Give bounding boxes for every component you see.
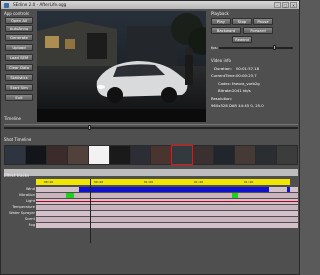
current-time-label: CurrentTime: — [211, 73, 236, 78]
timeline-slider-track[interactable] — [4, 127, 298, 129]
timeline-slider-handle[interactable] — [88, 125, 91, 130]
vibration-effect-block[interactable] — [66, 192, 74, 198]
ruler-tick: 01:20 — [194, 180, 204, 184]
bitrate-label: Bitrate: — [218, 88, 233, 93]
close-button[interactable]: ✕ — [290, 2, 297, 8]
autoanno-button[interactable]: AutoAnno — [5, 25, 33, 32]
video-frame[interactable] — [37, 11, 206, 122]
track-row-fog: Fog — [4, 222, 298, 228]
shot-thumbnail[interactable] — [67, 146, 88, 164]
video-image — [37, 11, 206, 122]
codec-value: theora_vorb2g — [232, 81, 260, 86]
shot-scrollbar[interactable] — [4, 169, 298, 176]
track-lane[interactable] — [36, 222, 298, 228]
minimize-button[interactable]: – — [274, 2, 281, 8]
fps-slider-track[interactable] — [219, 47, 293, 49]
shot-thumbnail[interactable] — [46, 146, 67, 164]
forward-button[interactable]: Forward — [243, 27, 273, 34]
track-lane[interactable] — [36, 216, 298, 222]
duration-value: 00:01:57.18 — [236, 66, 260, 71]
timeline-label: Timeline — [4, 116, 22, 121]
open-all-button[interactable]: Open All — [5, 17, 33, 24]
start-sim-button[interactable]: Start Sim — [5, 84, 33, 91]
shot-thumbnail-strip — [4, 145, 298, 165]
current-time-value: 00:00:23.7 — [236, 73, 257, 78]
fps-label: fps: — [211, 45, 219, 50]
codec-label: Codec: — [218, 81, 232, 86]
title-bar: SEdine 2.0 - AfterLife.ogg – □ ✕ — [1, 1, 299, 9]
shot-thumbnail[interactable] — [25, 146, 46, 164]
pause-button[interactable]: Pause — [253, 18, 273, 25]
window-title: SEdine 2.0 - AfterLife.ogg — [13, 2, 67, 7]
effect-tracks-label: Effect tracks — [4, 173, 30, 178]
wind-effect-block[interactable] — [287, 186, 290, 192]
maximize-button[interactable]: □ — [282, 2, 289, 8]
video-info-label: Video info — [211, 58, 231, 63]
exit-button[interactable]: Exit — [5, 94, 33, 101]
ruler-tick: 01:40 — [244, 180, 254, 184]
backward-button[interactable]: Backward — [211, 27, 241, 34]
play-button[interactable]: Play — [211, 18, 231, 25]
effect-tracks: Wind Vibration Light Temperature Water S… — [4, 186, 298, 228]
app-window: SEdine 2.0 - AfterLife.ogg – □ ✕ App con… — [0, 0, 300, 275]
duration-label: Duration: — [214, 66, 232, 71]
track-lane[interactable] — [36, 204, 298, 210]
ruler-tick: 00:40 — [94, 180, 104, 184]
light-effect-line[interactable] — [36, 200, 298, 202]
generate-button[interactable]: Generate — [5, 34, 33, 41]
track-lane[interactable] — [36, 192, 298, 198]
shot-thumbnail[interactable] — [193, 146, 214, 164]
shot-thumbnail-selected[interactable] — [171, 145, 194, 165]
divider — [4, 124, 298, 125]
shot-thumbnail[interactable] — [214, 146, 235, 164]
ruler-tick: 01:00 — [144, 180, 154, 184]
statistics-button[interactable]: Statistics — [5, 74, 33, 81]
resolution-value: 960x528 DAR 44:45 0, 25.0 — [211, 103, 264, 108]
track-lane[interactable] — [36, 210, 298, 216]
shot-thumbnail[interactable] — [276, 146, 297, 164]
upload-button[interactable]: Upload — [5, 44, 33, 51]
load-sem-button[interactable]: Load SEM — [5, 54, 33, 61]
shot-thumbnail[interactable] — [5, 146, 25, 164]
resolution-label: Resolution: — [211, 96, 233, 101]
app-controls-label: App controls — [4, 11, 30, 16]
clear-data-button[interactable]: Clear Data — [5, 64, 33, 71]
playback-label: Playback — [211, 11, 229, 16]
stop-button[interactable]: Stop — [232, 18, 252, 25]
wind-effect-block[interactable] — [79, 186, 269, 192]
shot-thumbnail[interactable] — [88, 146, 109, 164]
shot-thumbnail[interactable] — [130, 146, 151, 164]
shot-timeline-label: Shot Timeline — [4, 137, 32, 142]
app-icon — [4, 2, 9, 8]
fps-slider-handle[interactable] — [273, 45, 276, 50]
ruler-tick: 00:20 — [44, 180, 54, 184]
shot-thumbnail[interactable] — [256, 146, 276, 164]
track-label: Fog — [28, 223, 35, 227]
shot-thumbnail[interactable] — [235, 146, 256, 164]
playhead[interactable] — [90, 179, 91, 243]
bitrate-value: 2041 kb/s — [232, 88, 251, 93]
rewind-button[interactable]: Rewind — [232, 36, 252, 43]
shot-thumbnail[interactable] — [151, 146, 172, 164]
shot-thumbnail[interactable] — [109, 146, 130, 164]
time-ruler[interactable]: 00:20 00:40 01:00 01:20 01:40 — [36, 179, 290, 185]
vibration-effect-block[interactable] — [232, 192, 238, 198]
